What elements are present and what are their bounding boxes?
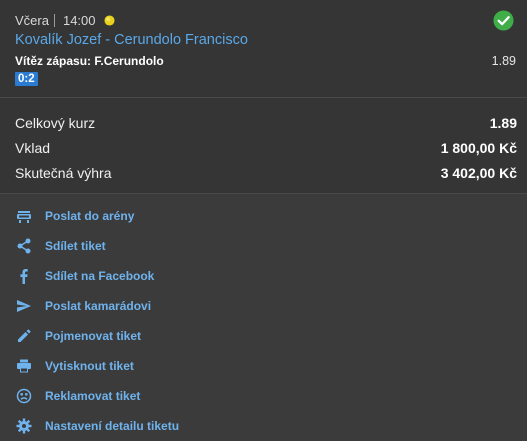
rename-ticket-button[interactable]: Pojmenovat tiket <box>0 321 527 351</box>
total-odds-row: Celkový kurz 1.89 <box>15 115 517 135</box>
gear-icon <box>16 418 32 434</box>
action-label: Vytisknout tiket <box>45 359 134 373</box>
printer-icon <box>17 359 31 373</box>
pick-label: Vítěz zápasu: F.Cerundolo <box>15 54 164 68</box>
sad-face-icon <box>16 388 32 404</box>
action-label: Sdílet tiket <box>45 239 106 253</box>
tennis-ball-icon <box>103 14 115 26</box>
bet-meta: Včera 14:00 <box>15 12 115 28</box>
action-label: Sdílet na Facebook <box>45 269 155 283</box>
stake-value: 1 800,00 Kč <box>440 140 517 156</box>
send-to-friend-button[interactable]: Poslat kamarádovi <box>0 291 527 321</box>
share-facebook-button[interactable]: Sdílet na Facebook <box>0 261 527 291</box>
share-icon <box>17 238 31 254</box>
send-icon <box>17 300 31 312</box>
pencil-icon <box>18 329 31 342</box>
action-label: Poslat kamarádovi <box>45 299 152 313</box>
divider <box>0 193 527 194</box>
bet-header: Včera 14:00 Kovalík Jozef - Cerundolo Fr… <box>0 0 527 97</box>
won-check-icon <box>493 10 514 31</box>
win-row: Skutečná výhra 3 402,00 Kč <box>15 165 517 185</box>
stake-row: Vklad 1 800,00 Kč <box>15 140 517 160</box>
score-badge: 0:2 <box>15 72 38 86</box>
action-label: Nastavení detailu tiketu <box>45 419 180 433</box>
facebook-icon <box>20 269 28 284</box>
action-label: Poslat do arény <box>45 209 135 223</box>
meta-separator <box>53 13 55 27</box>
action-label: Reklamovat tiket <box>45 389 141 403</box>
ticket-detail-settings-button[interactable]: Nastavení detailu tiketu <box>0 411 527 441</box>
print-ticket-button[interactable]: Vytisknout tiket <box>0 351 527 381</box>
total-odds-label: Celkový kurz <box>15 115 96 131</box>
bet-day: Včera <box>15 12 49 28</box>
match-title-link[interactable]: Kovalík Jozef - Cerundolo Francisco <box>15 32 248 48</box>
win-label: Skutečná výhra <box>15 165 112 181</box>
complain-ticket-button[interactable]: Reklamovat tiket <box>0 381 527 411</box>
bet-summary: Celkový kurz 1.89 Vklad 1 800,00 Kč Skut… <box>0 98 527 193</box>
win-value: 3 402,00 Kč <box>440 165 517 181</box>
bet-time: 14:00 <box>62 12 96 28</box>
action-label: Pojmenovat tiket <box>45 329 142 343</box>
total-odds-value: 1.89 <box>489 115 517 131</box>
pick-odds: 1.89 <box>491 54 516 68</box>
arena-icon <box>17 211 31 223</box>
send-to-arena-button[interactable]: Poslat do arény <box>0 201 527 231</box>
share-ticket-button[interactable]: Sdílet tiket <box>0 231 527 261</box>
pick-row: Vítěz zápasu: F.Cerundolo 1.89 <box>15 54 517 70</box>
stake-label: Vklad <box>15 140 51 156</box>
